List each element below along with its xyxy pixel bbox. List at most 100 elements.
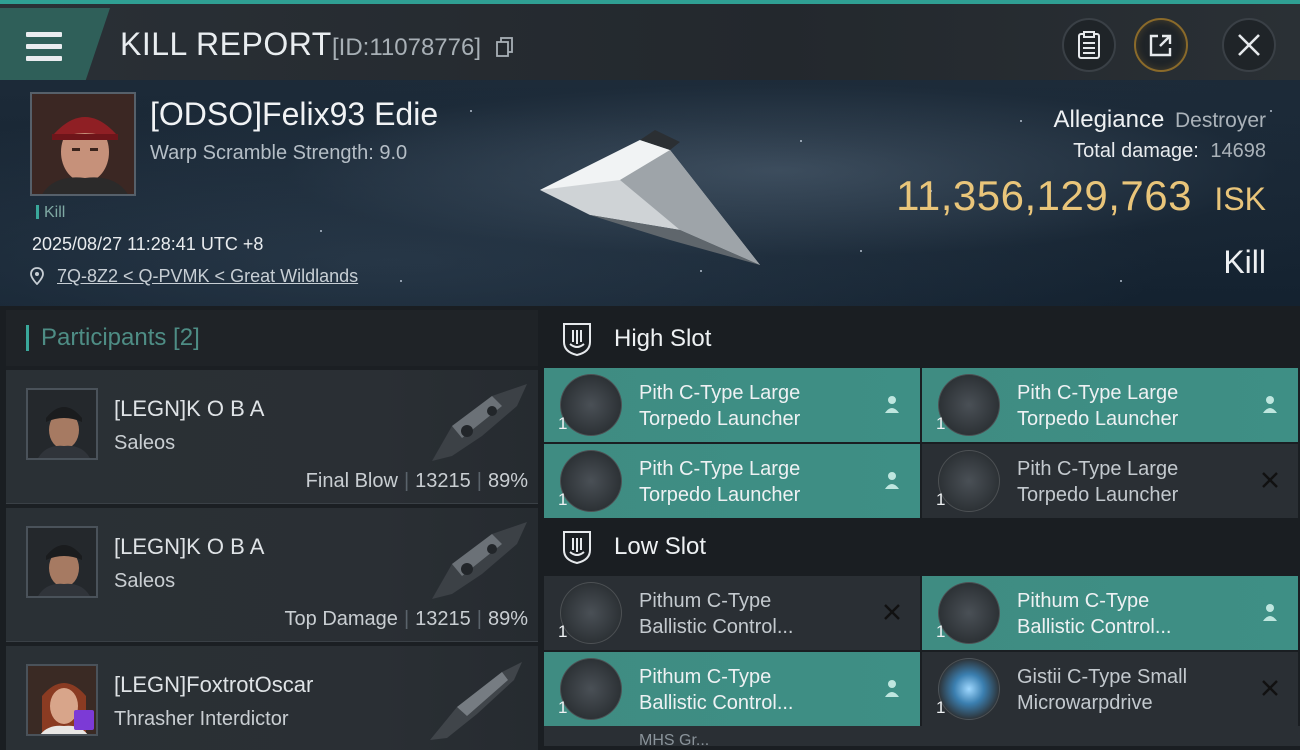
menu-icon[interactable]	[26, 32, 62, 62]
item-name: Pithum C-Type Ballistic Control...	[639, 666, 794, 714]
module-item[interactable]: 1 Pithum C-Type Ballistic Control...	[922, 576, 1298, 650]
low-slot-icon	[563, 531, 591, 564]
item-quantity: 1	[558, 698, 568, 717]
location-link[interactable]: 7Q-8Z2 < Q-PVMK < Great Wildlands	[57, 266, 358, 286]
item-name: Pith C-Type Large Torpedo Launcher	[1017, 458, 1179, 506]
dropped-person-icon	[1263, 604, 1277, 621]
ballistic-control-icon	[560, 658, 622, 720]
warp-scramble-strength: Warp Scramble Strength: 9.0	[150, 142, 408, 164]
isk-unit: ISK	[1214, 181, 1266, 217]
isk-value-row: 11,356,129,763 ISK	[896, 172, 1266, 220]
module-item[interactable]: 1 Pith C-Type Large Torpedo Launcher	[544, 444, 920, 518]
item-name: Pithum C-Type Ballistic Control...	[1017, 590, 1172, 638]
participants-header: Participants [2]	[6, 310, 538, 366]
close-icon	[1238, 34, 1260, 56]
participant-ship-image	[432, 522, 527, 599]
module-item[interactable]: 1 Pithum C-Type Ballistic Control...	[544, 576, 920, 650]
total-damage-label: Total damage:	[1073, 140, 1199, 162]
item-quantity: 1	[558, 490, 568, 509]
participant-name[interactable]: [LEGN]K O B A	[114, 534, 264, 560]
module-item[interactable]: 1 Pith C-Type Large Torpedo Launcher	[544, 368, 920, 442]
item-quantity: 1	[936, 698, 946, 717]
location-pin-icon	[30, 267, 44, 285]
partial-item-name: MHS Gr...	[639, 732, 710, 746]
item-name: Pithum C-Type Ballistic Control...	[639, 590, 794, 638]
participant-stats: Top Damage | 13215 | 89%	[284, 608, 528, 630]
copy-icon[interactable]	[496, 37, 514, 57]
participant-card[interactable]: [LEGN]K O B A Saleos Top Damage | 13215 | 89…	[6, 508, 538, 642]
report-id: [ID:11078776]	[332, 34, 482, 61]
participant-card[interactable]: [LEGN]FoxtrotOscar Thrasher Interdictor	[6, 646, 538, 750]
participant-ship: Saleos	[114, 432, 176, 454]
participant-ship-image	[430, 662, 522, 740]
ballistic-control-icon	[938, 582, 1000, 644]
high-slot-header: High Slot	[544, 310, 1300, 368]
total-damage: Total damage: 14698	[1073, 140, 1266, 163]
low-slot-grid: 1 Pithum C-Type Ballistic Control... 1 Pi…	[544, 576, 1300, 726]
dropped-person-icon	[885, 472, 899, 489]
module-item[interactable]: 1 Pith C-Type Large Torpedo Launcher	[922, 444, 1298, 518]
isk-value: 11,356,129,763	[896, 172, 1192, 219]
participant-percent: 89%	[487, 470, 528, 492]
participant-percent: 89%	[487, 608, 528, 630]
victim-ship: Allegiance Destroyer	[1054, 106, 1266, 134]
high-slot-grid: 1 Pith C-Type Large Torpedo Launcher 1 Pi…	[544, 368, 1300, 518]
participant-damage: 13215	[415, 470, 471, 492]
participant-avatar[interactable]	[26, 388, 98, 460]
clipboard-icon	[1078, 31, 1100, 59]
dropped-person-icon	[1263, 396, 1277, 413]
item-quantity: 1	[936, 622, 946, 641]
victim-ship-image	[540, 130, 760, 265]
module-item[interactable]: 1 Pith C-Type Large Torpedo Launcher	[922, 368, 1298, 442]
participant-ship: Thrasher Interdictor	[114, 708, 289, 730]
kill-summary-panel: [ODSO]Felix93 Edie Warp Scramble Strengt…	[0, 80, 1300, 306]
item-name: Pith C-Type Large Torpedo Launcher	[639, 382, 801, 430]
module-item[interactable]: 1 Gistii C-Type Small Microwarpdrive	[922, 652, 1298, 726]
torpedo-launcher-icon	[938, 450, 1000, 512]
top-bar: KILL REPORT [ID:11078776]	[0, 0, 1300, 80]
role-badge-icon	[74, 710, 94, 730]
participant-ship: Saleos	[114, 570, 176, 592]
ballistic-control-icon	[560, 582, 622, 644]
partial-module-item[interactable]: MHS Gr...	[544, 726, 1300, 746]
participant-name[interactable]: [LEGN]K O B A	[114, 396, 264, 422]
kill-tag: Kill	[36, 204, 65, 222]
participant-card[interactable]: [LEGN]K O B A Saleos Final Blow | 13215 | 89…	[6, 370, 538, 504]
module-item[interactable]: 1 Pithum C-Type Ballistic Control...	[544, 652, 920, 726]
victim-name[interactable]: [ODSO]Felix93 Edie	[150, 96, 438, 133]
clipboard-button[interactable]	[1062, 18, 1116, 72]
participant-avatar[interactable]	[26, 664, 98, 736]
close-button[interactable]	[1222, 18, 1276, 72]
participant-stats: Final Blow | 13215 | 89%	[305, 470, 528, 492]
participant-role: Top Damage	[284, 608, 398, 630]
participant-role: Final Blow	[305, 470, 398, 492]
share-button[interactable]	[1134, 18, 1188, 72]
participant-avatar[interactable]	[26, 526, 98, 598]
high-slot-label: High Slot	[614, 325, 712, 352]
destroyed-x-icon	[1262, 472, 1278, 488]
destroyed-x-icon	[1262, 680, 1278, 696]
page-title: KILL REPORT	[120, 26, 332, 62]
fitting-panel: High Slot 1 Pith C-Type Large Torpedo Lau…	[544, 310, 1300, 750]
item-quantity: 1	[558, 414, 568, 433]
item-name: Gistii C-Type Small Microwarpdrive	[1017, 666, 1188, 714]
low-slot-label: Low Slot	[614, 533, 707, 560]
participant-damage: 13215	[415, 608, 471, 630]
high-slot-icon	[563, 323, 591, 356]
destroyed-x-icon	[884, 604, 900, 620]
ship-class: Destroyer	[1174, 109, 1266, 132]
kill-location[interactable]: 7Q-8Z2 < Q-PVMK < Great Wildlands	[30, 266, 358, 287]
item-quantity: 1	[936, 414, 946, 433]
total-damage-value: 14698	[1210, 140, 1266, 162]
victim-avatar[interactable]	[30, 92, 136, 196]
ship-name: Allegiance	[1053, 106, 1165, 133]
participant-name[interactable]: [LEGN]FoxtrotOscar	[114, 672, 313, 698]
menu-tab[interactable]	[0, 8, 110, 80]
item-quantity: 1	[936, 490, 946, 509]
participants-panel: Participants [2] [LEGN]K O B A Saleos Fi…	[6, 310, 538, 750]
item-name: Pith C-Type Large Torpedo Launcher	[639, 458, 801, 506]
dropped-person-icon	[885, 680, 899, 697]
kill-datetime: 2025/08/27 11:28:41 UTC +8	[32, 234, 264, 254]
participant-ship-image	[432, 384, 527, 461]
low-slot-header: Low Slot	[544, 518, 1300, 576]
